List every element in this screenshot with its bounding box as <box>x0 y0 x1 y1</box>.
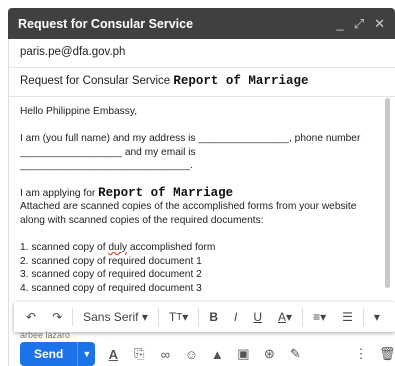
list-icon[interactable]: ☰ <box>336 310 359 324</box>
align-icon[interactable]: ≡▾ <box>307 310 332 324</box>
subject-field[interactable]: Request for Consular Service Report of M… <box>20 74 395 94</box>
drive-icon[interactable]: ▲ <box>209 347 225 362</box>
spelling-error[interactable]: duly <box>108 242 127 253</box>
italic-button[interactable]: I <box>228 310 243 324</box>
applying-prefix: I am applying for <box>20 187 96 199</box>
emoji-icon[interactable]: ☺ <box>183 347 199 362</box>
signature: arbee lazaro <box>20 330 71 340</box>
message-body[interactable]: Hello Philippine Embassy, I am (you full… <box>20 105 370 295</box>
font-size-icon[interactable]: T T ▾ <box>163 310 194 324</box>
insert-photo-icon[interactable]: ▣ <box>235 346 251 362</box>
send-button[interactable]: Send ▼ <box>20 342 96 366</box>
subject-text: Request for Consular Service <box>20 75 171 87</box>
recipient-field[interactable]: paris.pe@dfa.gov.ph <box>20 46 395 66</box>
more-options-icon[interactable]: ⋮ <box>353 346 369 362</box>
attached-line-1: Attached are scanned copies of the accom… <box>20 201 357 213</box>
discard-trash-icon[interactable]: 🗑 <box>379 346 395 362</box>
undo-icon[interactable]: ↶ <box>20 310 42 324</box>
text-color-button[interactable]: A ▾ <box>272 310 298 324</box>
close-icon[interactable]: ✕ <box>374 16 385 32</box>
schedule-send-icon[interactable]: ▼ <box>77 342 95 366</box>
insert-link-icon[interactable]: ∞ <box>157 347 173 362</box>
list-item: 3. scanned copy of required document 2 <box>20 269 202 281</box>
minimize-icon[interactable]: _ <box>336 16 343 32</box>
compose-title: Request for Consular Service <box>18 16 194 31</box>
list-item: 1. scanned copy of duly accomplished for… <box>20 241 216 253</box>
send-label: Send <box>34 347 64 361</box>
recipient-value: paris.pe@dfa.gov.ph <box>20 46 126 58</box>
attached-line-2: along with scanned copies of the require… <box>20 214 264 226</box>
divider <box>8 96 395 97</box>
formatting-options-icon[interactable]: A <box>105 347 121 362</box>
confidential-mode-icon[interactable]: ⊛ <box>261 346 277 362</box>
redo-icon[interactable]: ↷ <box>46 310 68 324</box>
signature-pen-icon[interactable]: ✎ <box>287 346 303 362</box>
fullscreen-icon[interactable]: ⤢ <box>354 16 364 32</box>
bold-button[interactable]: B <box>203 310 224 324</box>
list-item: 2. scanned copy of required document 1 <box>20 255 202 267</box>
greeting: Hello Philippine Embassy, <box>20 106 138 117</box>
formatting-toolbar: ↶ ↷ Sans Serif ▾ T T ▾ B I U A ▾ ≡▾ ☰ ▾ <box>14 302 395 332</box>
applying-line: I am applying for Report of Marriage <box>20 185 370 201</box>
list-item: 4. scanned copy of required document 3 <box>20 282 202 294</box>
compose-title-bar: Request for Consular Service _ ⤢ ✕ <box>8 8 395 39</box>
applying-service: Report of Marriage <box>98 185 234 200</box>
body-line-1: I am (you full name) and my address is _… <box>20 133 361 145</box>
divider <box>8 67 395 68</box>
scrollbar[interactable] <box>385 98 390 288</box>
subject-highlight: Report of Marriage <box>173 74 309 88</box>
more-formatting-icon[interactable]: ▾ <box>368 310 386 324</box>
font-select[interactable]: Sans Serif ▾ <box>77 310 154 324</box>
compose-actions: Send ▼ A ⎘ ∞ ☺ ▲ ▣ ⊛ ✎ ⋮ 🗑 <box>20 342 395 366</box>
attach-file-icon[interactable]: ⎘ <box>131 346 147 362</box>
body-line-2: __________________ and my email is _____… <box>20 146 196 172</box>
underline-button[interactable]: U <box>247 310 268 324</box>
